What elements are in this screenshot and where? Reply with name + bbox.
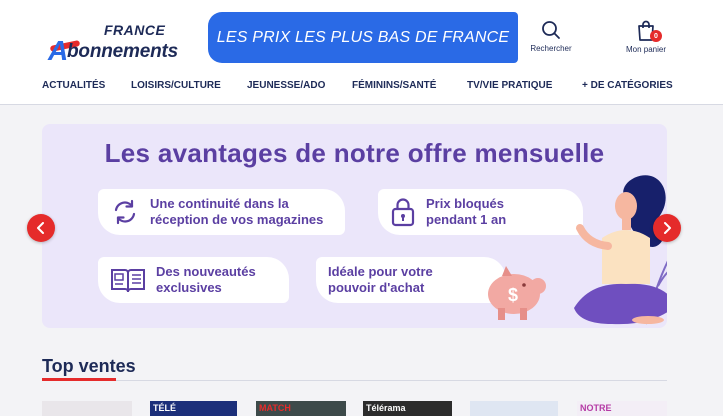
feature-exclusives-line2: exclusives — [156, 280, 222, 295]
category-nav: ACTUALITÉS LOISIRS/CULTURE JEUNESSE/ADO … — [42, 80, 682, 94]
feature-continuity: Une continuité dans la réception de vos m… — [98, 189, 345, 235]
nav-item-feminins-sante[interactable]: FÉMININS/SANTÉ — [352, 80, 436, 91]
woman-piggy-bank-illustration: $ — [488, 175, 667, 325]
feature-exclusives-line1: Des nouveautés — [156, 264, 256, 279]
svg-text:$: $ — [508, 285, 518, 305]
chevron-right-icon — [664, 222, 671, 234]
chevron-left-icon — [37, 222, 44, 234]
top-ventes-heading: Top ventes — [42, 356, 136, 376]
cart-count-badge: 0 — [650, 30, 662, 42]
feature-continuity-line2: réception de vos magazines — [150, 212, 324, 227]
cart-label: Mon panier — [625, 45, 667, 54]
magazine-cover-6[interactable]: NOTRE — [577, 401, 667, 416]
refresh-icon — [114, 199, 136, 225]
nav-item-more-categories[interactable]: + DE CATÉGORIES — [582, 80, 673, 91]
magazine-cover-3[interactable]: MATCH — [256, 401, 346, 416]
nav-item-actualites[interactable]: ACTUALITÉS — [42, 80, 105, 91]
heading-underline — [42, 378, 116, 381]
section-divider — [116, 380, 667, 381]
search-button[interactable]: Rechercher — [527, 20, 575, 53]
carousel-title: Les avantages de notre offre mensuelle — [104, 138, 605, 168]
magazine-cover-5[interactable] — [470, 401, 558, 416]
logo-line2: Abonnements — [48, 35, 178, 66]
france-abonnements-logo[interactable]: FRANCE Abonnements — [48, 22, 198, 66]
book-icon — [111, 269, 145, 293]
nav-item-tv-vie-pratique[interactable]: TV/VIE PRATIQUE — [467, 80, 552, 91]
lock-icon — [391, 198, 415, 227]
nav-item-loisirs-culture[interactable]: LOISIRS/CULTURE — [131, 80, 221, 91]
feature-exclusives: Des nouveautés exclusives — [98, 257, 289, 303]
cart-button[interactable]: 0 Mon panier — [621, 20, 671, 54]
feature-continuity-line1: Une continuité dans la — [150, 196, 289, 211]
magazine-cover-1[interactable] — [42, 401, 132, 416]
carousel-next-button[interactable] — [653, 214, 681, 242]
piggy-bank-icon: $ — [488, 266, 546, 320]
benefits-carousel[interactable]: Les avantages de notre offre mensuelle U… — [42, 124, 667, 328]
promo-banner[interactable]: LES PRIX LES PLUS BAS DE FRANCE — [208, 12, 518, 63]
search-label: Rechercher — [530, 44, 572, 53]
carousel-prev-button[interactable] — [27, 214, 55, 242]
magazine-cover-2[interactable]: TÉLÉ — [150, 401, 237, 416]
feature-purchasing-power-line1: Idéale pour votre — [328, 264, 433, 279]
site-header: FRANCE Abonnements LES PRIX LES PLUS BAS… — [0, 0, 723, 105]
feature-purchasing-power-line2: pouvoir d'achat — [328, 280, 425, 295]
magazine-cover-4[interactable]: Télérama — [363, 401, 452, 416]
nav-item-jeunesse-ado[interactable]: JEUNESSE/ADO — [247, 80, 325, 91]
search-icon — [542, 21, 560, 39]
